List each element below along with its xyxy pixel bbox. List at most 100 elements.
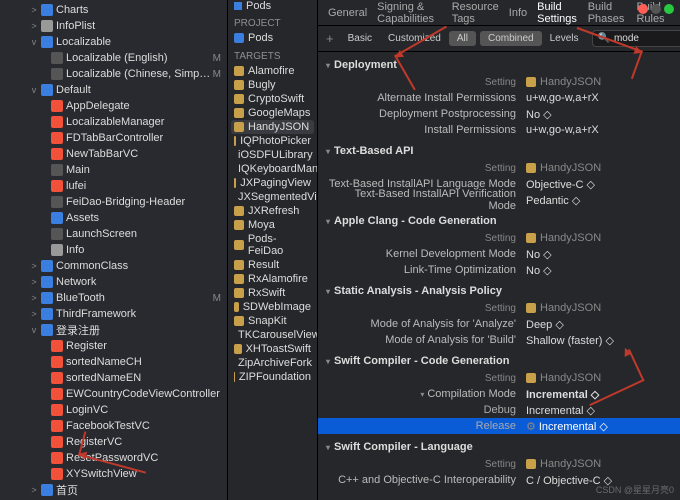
gear-icon[interactable]: ⚙ xyxy=(526,421,536,433)
setting-row[interactable]: SettingHandyJSON xyxy=(318,74,680,90)
setting-group-header[interactable]: ▾Static Analysis - Analysis Policy xyxy=(318,282,680,300)
nav-row[interactable]: LaunchScreen xyxy=(0,226,227,242)
setting-value[interactable]: ⚙Incremental ◇ xyxy=(526,420,672,433)
tab-resource-tags[interactable]: Resource Tags xyxy=(452,1,499,25)
disclosure-icon[interactable]: > xyxy=(30,21,38,31)
nav-row[interactable]: Register xyxy=(0,338,227,354)
tab-info[interactable]: Info xyxy=(509,7,527,19)
search-box[interactable]: 🔍 ⓧ xyxy=(592,30,680,47)
setting-value[interactable]: Incremental ◇ xyxy=(526,404,672,417)
nav-row[interactable]: AppDelegate xyxy=(0,98,227,114)
nav-row[interactable]: vDefault xyxy=(0,82,227,98)
nav-row[interactable]: lufei xyxy=(0,178,227,194)
setting-value[interactable]: No ◇ xyxy=(526,248,672,261)
setting-row[interactable]: Deployment PostprocessingNo ◇ xyxy=(318,106,680,122)
nav-row[interactable]: v登录注册 xyxy=(0,322,227,338)
nav-row[interactable]: ResetPasswordVC xyxy=(0,450,227,466)
add-button[interactable]: + xyxy=(326,31,334,46)
seg-combined[interactable]: Combined xyxy=(480,31,542,46)
close-icon[interactable] xyxy=(638,4,648,14)
setting-row[interactable]: Mode of Analysis for 'Build'Shallow (fas… xyxy=(318,332,680,348)
disclosure-icon[interactable]: > xyxy=(30,309,38,319)
setting-value[interactable]: HandyJSON xyxy=(526,76,672,88)
nav-row[interactable]: >首页 xyxy=(0,482,227,498)
target-item[interactable]: IQPhotoPicker xyxy=(228,134,317,148)
setting-group-header[interactable]: ▾Swift Compiler - Code Generation xyxy=(318,352,680,370)
disclosure-icon[interactable]: > xyxy=(30,277,38,287)
target-item[interactable]: Pods-FeiDao xyxy=(228,232,317,258)
disclosure-icon[interactable]: > xyxy=(30,293,38,303)
target-item[interactable]: iOSDFULibrary xyxy=(228,148,317,162)
disclosure-icon[interactable]: v xyxy=(30,85,38,95)
nav-row[interactable]: LoginVC xyxy=(0,402,227,418)
setting-value[interactable]: HandyJSON xyxy=(526,162,672,174)
seg-all[interactable]: All xyxy=(449,31,476,46)
setting-group-header[interactable]: ▾Text-Based API xyxy=(318,142,680,160)
nav-row[interactable]: >Network xyxy=(0,274,227,290)
setting-group-header[interactable]: ▾Apple Clang - Code Generation xyxy=(318,212,680,230)
nav-row[interactable]: Localizable (Chinese, Simplified)M xyxy=(0,66,227,82)
setting-row[interactable]: SettingHandyJSON xyxy=(318,370,680,386)
nav-row[interactable]: XYSwitchView xyxy=(0,466,227,482)
search-input[interactable] xyxy=(614,33,680,44)
nav-row[interactable]: FacebookTestVC xyxy=(0,418,227,434)
nav-row[interactable]: Info xyxy=(0,242,227,258)
setting-value[interactable]: HandyJSON xyxy=(526,458,672,470)
target-item[interactable]: RxAlamofire xyxy=(228,272,317,286)
target-item[interactable]: SnapKit xyxy=(228,314,317,328)
min-icon[interactable] xyxy=(651,4,661,14)
setting-row[interactable]: Kernel Development ModeNo ◇ xyxy=(318,246,680,262)
setting-value[interactable]: Objective-C ◇ xyxy=(526,178,672,191)
nav-row[interactable]: FDTabBarController xyxy=(0,130,227,146)
disclosure-icon[interactable]: v xyxy=(30,37,38,47)
tab-signing-capabilities[interactable]: Signing & Capabilities xyxy=(377,1,442,25)
target-item[interactable]: JXRefresh xyxy=(228,204,317,218)
disclosure-icon[interactable]: > xyxy=(30,5,38,15)
nav-row[interactable]: sortedNameCH xyxy=(0,354,227,370)
target-item[interactable]: IQKeyboardManagerSwift xyxy=(228,162,317,176)
setting-row[interactable]: DebugIncremental ◇ xyxy=(318,402,680,418)
setting-value[interactable]: u+w,go-w,a+rX xyxy=(526,92,672,104)
setting-group-header[interactable]: ▾Deployment xyxy=(318,56,680,74)
tab-general[interactable]: General xyxy=(328,7,367,19)
nav-row[interactable]: sortedNameEN xyxy=(0,370,227,386)
setting-row[interactable]: Text-Based InstallAPI Verification ModeP… xyxy=(318,192,680,208)
project-item[interactable]: Pods xyxy=(228,31,317,45)
setting-row[interactable]: Mode of Analysis for 'Analyze'Deep ◇ xyxy=(318,316,680,332)
setting-row[interactable]: SettingHandyJSON xyxy=(318,160,680,176)
setting-value[interactable]: Incremental ◇ xyxy=(526,388,672,401)
nav-row[interactable]: >Charts xyxy=(0,2,227,18)
setting-group-header[interactable]: ▾Swift Compiler - Language xyxy=(318,438,680,456)
target-item[interactable]: JXSegmentedView xyxy=(228,190,317,204)
nav-row[interactable]: LocalizableManager xyxy=(0,114,227,130)
nav-row[interactable]: Assets xyxy=(0,210,227,226)
setting-row[interactable]: ▾Compilation ModeIncremental ◇ xyxy=(318,386,680,402)
setting-row[interactable]: Release⚙Incremental ◇ xyxy=(318,418,680,434)
target-item[interactable]: Alamofire xyxy=(228,64,317,78)
nav-row[interactable]: RegisterVC xyxy=(0,434,227,450)
tab-build-settings[interactable]: Build Settings xyxy=(537,1,578,25)
nav-row[interactable]: vLocalizable xyxy=(0,34,227,50)
seg-levels[interactable]: Levels xyxy=(542,31,587,46)
disclosure-icon[interactable]: v xyxy=(30,325,38,335)
target-item[interactable]: Moya xyxy=(228,218,317,232)
target-item[interactable]: ZipArchiveFork xyxy=(228,356,317,370)
disclosure-icon[interactable]: > xyxy=(30,485,38,495)
seg-basic[interactable]: Basic xyxy=(340,31,380,46)
nav-row[interactable]: FeiDao-Bridging-Header xyxy=(0,194,227,210)
nav-row[interactable]: >BlueToothM xyxy=(0,290,227,306)
setting-row[interactable]: Link-Time OptimizationNo ◇ xyxy=(318,262,680,278)
setting-value[interactable]: Pedantic ◇ xyxy=(526,194,672,207)
target-item[interactable]: HandyJSON xyxy=(231,120,314,134)
nav-row[interactable]: >CommonClass xyxy=(0,258,227,274)
setting-value[interactable]: HandyJSON xyxy=(526,232,672,244)
disclosure-icon[interactable]: > xyxy=(30,261,38,271)
seg-customized[interactable]: Customized xyxy=(380,31,449,46)
nav-row[interactable]: Localizable (English)M xyxy=(0,50,227,66)
setting-value[interactable]: No ◇ xyxy=(526,264,672,277)
setting-row[interactable]: Alternate Install Permissionsu+w,go-w,a+… xyxy=(318,90,680,106)
target-item[interactable]: Bugly xyxy=(228,78,317,92)
target-item[interactable]: RxSwift xyxy=(228,286,317,300)
nav-row[interactable]: EWCountryCodeViewController xyxy=(0,386,227,402)
setting-value[interactable]: Deep ◇ xyxy=(526,318,672,331)
